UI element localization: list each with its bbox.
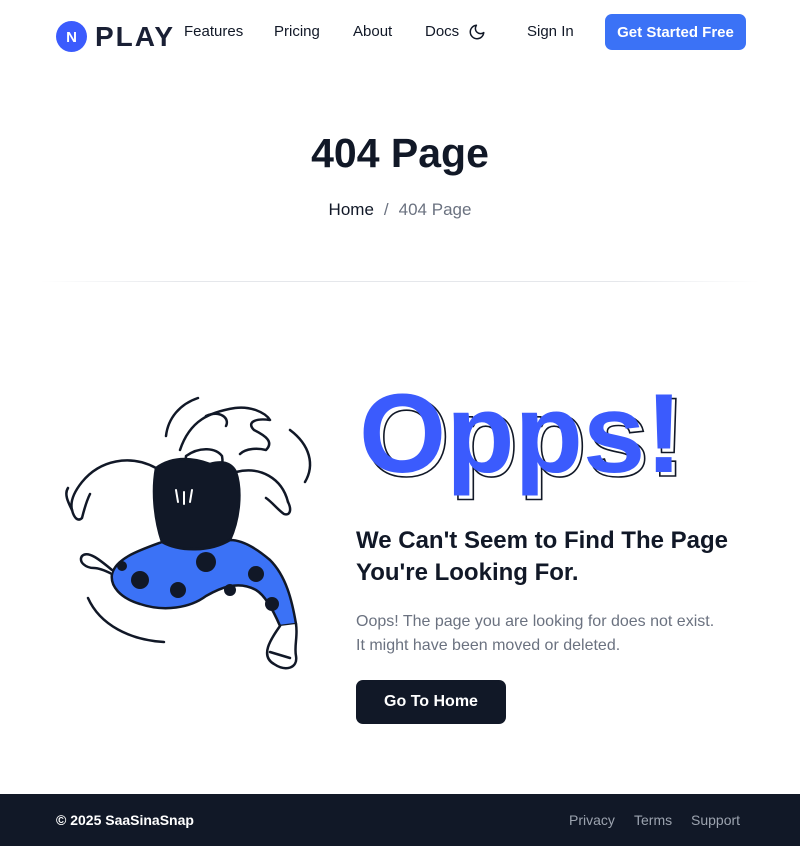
nav-pricing[interactable]: Pricing bbox=[274, 23, 320, 41]
dancing-person-illustration bbox=[60, 390, 322, 686]
error-description: Oops! The page you are looking for does … bbox=[356, 610, 756, 658]
footer-link-privacy[interactable]: Privacy bbox=[569, 811, 615, 829]
footer-link-support[interactable]: Support bbox=[691, 811, 740, 829]
opps-text-fill: Opps! bbox=[359, 372, 683, 496]
error-description-line-1: Oops! The page you are looking for does … bbox=[356, 613, 715, 630]
nav-docs[interactable]: Docs bbox=[425, 23, 459, 41]
section-divider bbox=[40, 281, 760, 282]
sign-in-link[interactable]: Sign In bbox=[527, 23, 574, 41]
error-heading: We Can't Seem to Find The Page You're Lo… bbox=[356, 525, 756, 589]
go-to-home-button[interactable]: Go To Home bbox=[356, 680, 506, 724]
brand-name: PLAY bbox=[95, 21, 176, 52]
get-started-button[interactable]: Get Started Free bbox=[605, 14, 746, 50]
logo-initial: N bbox=[66, 29, 77, 46]
site-header: N PLAY Features Pricing About Docs Sign … bbox=[0, 0, 800, 64]
breadcrumb-current: 404 Page bbox=[398, 200, 472, 219]
breadcrumb: Home / 404 Page bbox=[0, 200, 800, 220]
opps-title: Opps! Opps! bbox=[357, 371, 697, 502]
breadcrumb-separator: / bbox=[383, 200, 389, 219]
copyright-text: © 2025 SaaSinaSnap bbox=[56, 812, 194, 828]
nav-about[interactable]: About bbox=[353, 23, 392, 41]
nav-features[interactable]: Features bbox=[184, 23, 243, 41]
logo-mark-icon: N bbox=[56, 21, 87, 52]
breadcrumb-home-link[interactable]: Home bbox=[329, 200, 374, 219]
error-heading-line-2: You're Looking For. bbox=[356, 559, 579, 586]
brand-logo[interactable]: N PLAY bbox=[56, 21, 175, 52]
page-title: 404 Page bbox=[311, 130, 489, 176]
footer-link-terms[interactable]: Terms bbox=[634, 811, 672, 829]
error-description-line-2: It might have been moved or deleted. bbox=[356, 637, 621, 654]
site-footer: © 2025 SaaSinaSnap Privacy Terms Support bbox=[0, 794, 800, 846]
error-heading-line-1: We Can't Seem to Find The Page bbox=[356, 527, 728, 554]
moon-icon[interactable] bbox=[468, 23, 486, 41]
